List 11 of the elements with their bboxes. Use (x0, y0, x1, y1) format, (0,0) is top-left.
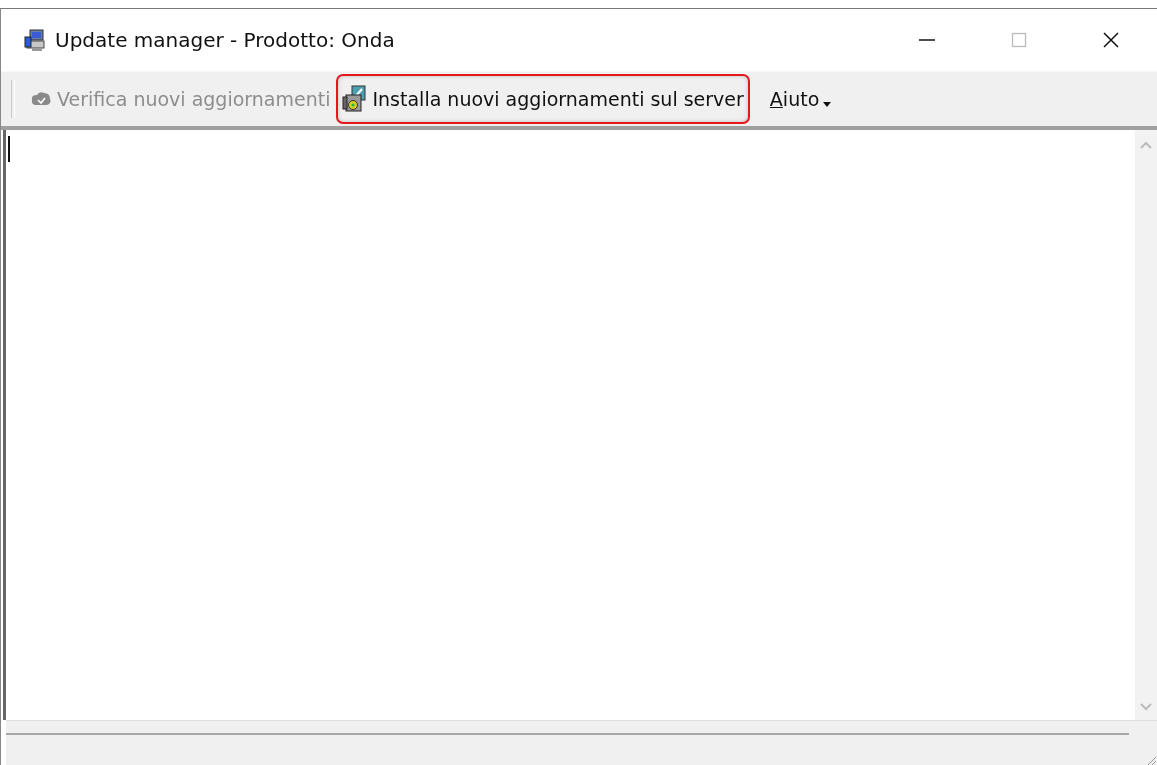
help-menu[interactable]: Aiuto (763, 74, 838, 124)
minimize-icon (919, 39, 935, 41)
maximize-icon (1011, 32, 1027, 48)
window-title: Update manager - Prodotto: Onda (55, 28, 396, 52)
caret-icon (823, 101, 832, 107)
toolbar-button[interactable]: Installa nuovi aggiornamenti sul server (336, 74, 750, 124)
close-icon (1103, 32, 1119, 48)
computer-icon (23, 28, 47, 52)
cloud-icon (29, 90, 53, 108)
scrollbar[interactable] (1135, 130, 1157, 720)
installer-icon (342, 85, 369, 113)
